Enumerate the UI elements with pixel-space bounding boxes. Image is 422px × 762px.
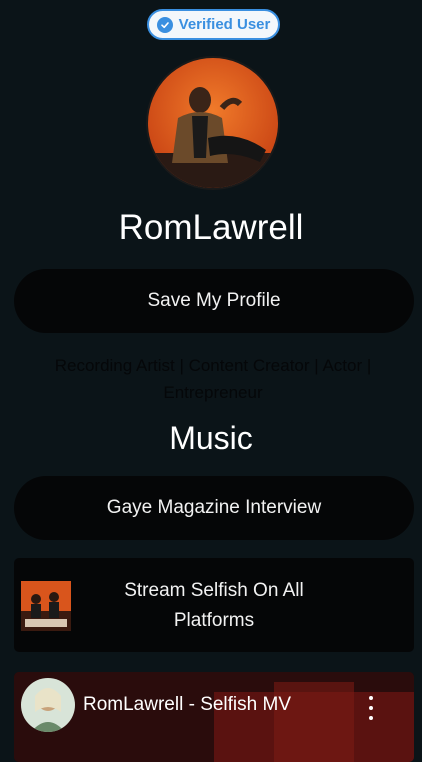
stream-card-line-1: Stream Selfish On All [124, 580, 304, 601]
stream-card-label: Stream Selfish On All Platforms [109, 576, 319, 636]
check-icon [156, 16, 173, 33]
video-title: RomLawrell - Selfish MV [83, 694, 291, 715]
album-art-thumbnail [21, 581, 71, 631]
profile-name: RomLawrell [118, 208, 304, 247]
bio-text: Recording Artist | Content Creator | Act… [40, 352, 386, 406]
avatar [146, 56, 280, 190]
interview-link-button[interactable]: Gaye Magazine Interview [14, 476, 414, 540]
profile-page: Verified User RomLawrell Save My Profile… [0, 0, 422, 762]
stream-link-card[interactable]: Stream Selfish On All Platforms [14, 558, 414, 652]
verified-badge: Verified User [147, 9, 280, 40]
more-vertical-icon[interactable] [361, 696, 381, 720]
bio-line-1: Recording Artist | Content Creator | Act… [54, 356, 372, 375]
bio-line-2: Entrepreneur [163, 383, 263, 402]
verified-badge-label: Verified User [178, 16, 271, 33]
video-embed-card[interactable]: RomLawrell - Selfish MV [14, 672, 414, 762]
music-section-title: Music [169, 420, 253, 456]
channel-avatar [21, 678, 75, 732]
save-profile-button[interactable]: Save My Profile [14, 269, 414, 333]
stream-card-line-2: Platforms [173, 610, 255, 631]
